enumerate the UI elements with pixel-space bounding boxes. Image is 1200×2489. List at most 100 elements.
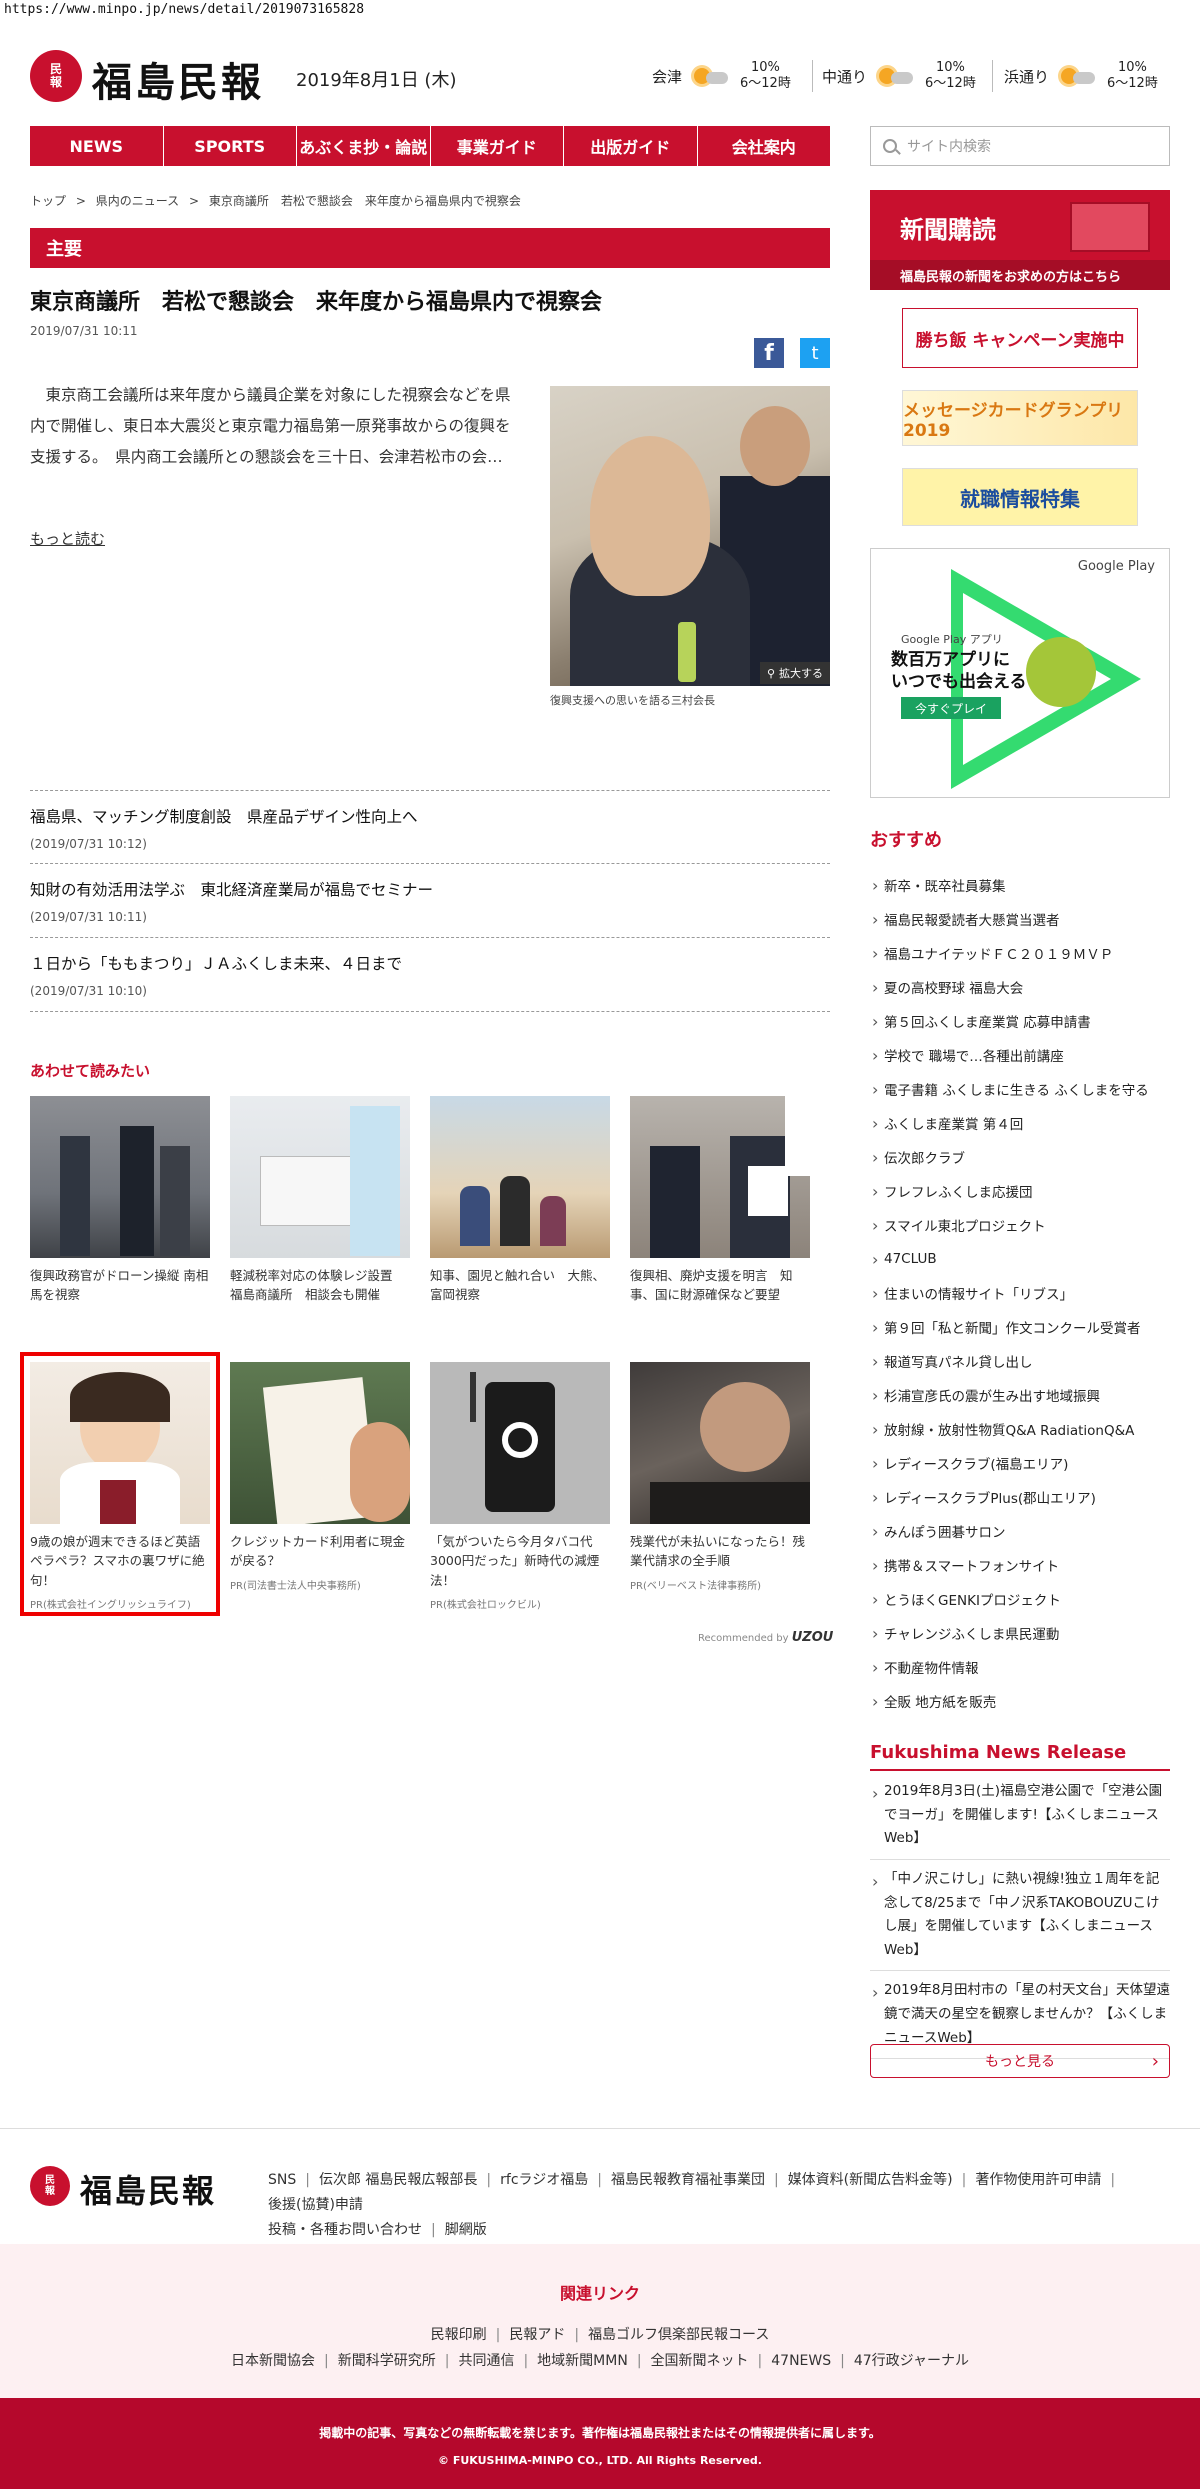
- footer-link[interactable]: rfcラジオ福島: [500, 2172, 588, 2188]
- related-link[interactable]: 日本新聞協会: [231, 2353, 315, 2369]
- footer-link[interactable]: 福島民報教育福祉事業団: [611, 2172, 765, 2188]
- site-logo[interactable]: 福島民報: [92, 50, 264, 108]
- recommend-item[interactable]: 全販 地方紙を販売: [870, 1684, 1170, 1718]
- related-thumb[interactable]: [230, 1096, 410, 1258]
- sponsored-caption[interactable]: 「気がついたら今月タバコ代3000円だった」新時代の減煙法！: [430, 1532, 610, 1590]
- related-card[interactable]: 復興政務官がドローン操縦 南相馬を視察: [30, 1096, 210, 1305]
- highlight-box: [20, 1352, 220, 1616]
- list-item[interactable]: 知財の有効活用法学ぶ 東北経済産業局が福島でセミナー (2019/07/31 1…: [30, 864, 830, 938]
- recommend-item[interactable]: 第９回「私と新聞」作文コンクール受賞者: [870, 1310, 1170, 1344]
- news-title[interactable]: 知財の有効活用法学ぶ 東北経済産業局が福島でセミナー: [30, 878, 830, 900]
- nav-editorial[interactable]: あぶくま抄・論説: [297, 126, 431, 166]
- breadcrumb-local-news[interactable]: 県内のニュース: [96, 194, 179, 208]
- facebook-share-icon[interactable]: f: [754, 338, 784, 368]
- release-item[interactable]: 「中ノ沢こけし」に熱い視線!独立１周年を記念して8/25まで「中ノ沢系TAKOB…: [870, 1868, 1170, 1972]
- nav-news[interactable]: NEWS: [30, 126, 164, 166]
- news-title[interactable]: １日から「ももまつり」ＪＡふくしま未来、４日まで: [30, 952, 830, 974]
- job-info-banner[interactable]: 就職情報特集: [902, 468, 1138, 526]
- footer-link[interactable]: 投稿・各種お問い合わせ: [268, 2222, 422, 2238]
- release-item[interactable]: 2019年8月3日(土)福島空港公園で「空港公園でヨーガ」を開催します!【ふくし…: [870, 1780, 1170, 1860]
- recommend-item[interactable]: 住まいの情報サイト「リブス」: [870, 1276, 1170, 1310]
- gp-play-button[interactable]: 今すぐプレイ: [901, 697, 1001, 719]
- more-button[interactable]: もっと見る: [870, 2044, 1170, 2078]
- footer-link[interactable]: 後援(協賛)申請: [268, 2197, 363, 2213]
- recommend-item[interactable]: 47CLUB: [870, 1242, 1170, 1276]
- sponsored-card[interactable]: 「気がついたら今月タバコ代3000円だった」新時代の減煙法！ PR(株式会社ロッ…: [430, 1362, 610, 1611]
- recommend-item[interactable]: 福島民報愛読者大懸賞当選者: [870, 902, 1170, 936]
- article-photo[interactable]: [550, 386, 830, 686]
- list-item[interactable]: 福島県、マッチング制度創設 県産品デザイン性向上へ (2019/07/31 10…: [30, 790, 830, 864]
- related-caption[interactable]: 復興政務官がドローン操縦 南相馬を視察: [30, 1266, 210, 1305]
- list-item[interactable]: １日から「ももまつり」ＪＡふくしま未来、４日まで (2019/07/31 10:…: [30, 938, 830, 1012]
- recommend-item[interactable]: ふくしま産業賞 第４回: [870, 1106, 1170, 1140]
- subscribe-banner[interactable]: 新聞購読 福島民報の新聞をお求めの方はこちら: [870, 190, 1170, 290]
- recommend-item[interactable]: レディースクラブ(福島エリア): [870, 1446, 1170, 1480]
- recommend-item[interactable]: レディースクラブPlus(郡山エリア): [870, 1480, 1170, 1514]
- recommend-item[interactable]: 福島ユナイテッドＦＣ２０１９ＭＶＰ: [870, 936, 1170, 970]
- search-input[interactable]: サイト内検索: [870, 126, 1170, 166]
- recommend-item[interactable]: フレフレふくしま応援団: [870, 1174, 1170, 1208]
- footer-link[interactable]: 伝次郎 福島民報広報部長: [319, 2172, 477, 2188]
- related-link[interactable]: 地域新聞MMN: [537, 2353, 628, 2369]
- nav-business-guide[interactable]: 事業ガイド: [431, 126, 564, 166]
- recommend-item[interactable]: 夏の高校野球 福島大会: [870, 970, 1170, 1004]
- recommend-item[interactable]: 報道写真パネル貸し出し: [870, 1344, 1170, 1378]
- related-link[interactable]: 福島ゴルフ倶楽部民報コース: [588, 2327, 769, 2343]
- related-caption[interactable]: 軽減税率対応の体験レジ設置 福島商議所 相談会も開催: [230, 1266, 410, 1305]
- footer-link[interactable]: 著作物使用許可申請: [975, 2172, 1101, 2188]
- recommend-item[interactable]: 学校で 職場で…各種出前講座: [870, 1038, 1170, 1072]
- sponsored-card[interactable]: クレジットカード利用者に現金が戻る？ PR(司法書士法人中央事務所): [230, 1362, 410, 1592]
- footer-link[interactable]: 脚網版: [445, 2222, 487, 2238]
- recommend-item[interactable]: とうほくGENKIプロジェクト: [870, 1582, 1170, 1616]
- sponsored-card[interactable]: 残業代が未払いになったら！残業代請求の全手順 PR(ベリーベスト法律事務所): [630, 1362, 810, 1592]
- recommend-item[interactable]: 伝次郎クラブ: [870, 1140, 1170, 1174]
- recommended-by[interactable]: Recommended by UZOU: [698, 1630, 833, 1645]
- google-play-ad[interactable]: Google Play Google Play アプリ 数百万アプリに いつでも…: [870, 548, 1170, 798]
- sponsored-thumb[interactable]: [630, 1362, 810, 1524]
- related-link[interactable]: 共同通信: [458, 2353, 514, 2369]
- footer-link[interactable]: SNS: [268, 2172, 296, 2188]
- related-caption[interactable]: 復興相、廃炉支援を明言 知事、国に財源確保など要望: [630, 1266, 810, 1305]
- related-link[interactable]: 47行政ジャーナル: [854, 2353, 969, 2369]
- nav-publishing-guide[interactable]: 出版ガイド: [564, 126, 698, 166]
- read-more-link[interactable]: もっと読む: [30, 528, 105, 549]
- related-caption[interactable]: 知事、園児と触れ合い 大熊、富岡視察: [430, 1266, 610, 1305]
- zoom-button[interactable]: ⚲ 拡大する: [760, 662, 830, 684]
- recommend-item[interactable]: 新卒・既卒社員募集: [870, 868, 1170, 902]
- sun-cloud-icon: [877, 64, 917, 88]
- related-thumb[interactable]: [630, 1096, 810, 1258]
- recommend-item[interactable]: スマイル東北プロジェクト: [870, 1208, 1170, 1242]
- related-card[interactable]: 知事、園児と触れ合い 大熊、富岡視察: [430, 1096, 610, 1305]
- sponsored-caption[interactable]: 残業代が未払いになったら！残業代請求の全手順: [630, 1532, 810, 1571]
- recommend-item[interactable]: 第５回ふくしま産業賞 応募申請書: [870, 1004, 1170, 1038]
- recommend-item[interactable]: 電子書籍 ふくしまに生きる ふくしまを守る: [870, 1072, 1170, 1106]
- recommend-item[interactable]: 放射線・放射性物質Q&A RadiationQ&A: [870, 1412, 1170, 1446]
- breadcrumb-top[interactable]: トップ: [30, 194, 66, 208]
- recommend-item[interactable]: 携帯＆スマートフォンサイト: [870, 1548, 1170, 1582]
- nav-company[interactable]: 会社案内: [698, 126, 831, 166]
- sponsored-thumb[interactable]: [430, 1362, 610, 1524]
- recommend-item[interactable]: チャレンジふくしま県民運動: [870, 1616, 1170, 1650]
- logo-seal-icon[interactable]: 民 報: [30, 50, 82, 102]
- sponsored-caption[interactable]: クレジットカード利用者に現金が戻る？: [230, 1532, 410, 1571]
- message-card-banner[interactable]: メッセージカードグランプリ2019: [902, 390, 1138, 446]
- recommend-item[interactable]: 不動産物件情報: [870, 1650, 1170, 1684]
- twitter-share-icon[interactable]: t: [800, 338, 830, 368]
- related-link[interactable]: 民報アド: [509, 2327, 565, 2343]
- related-link[interactable]: 民報印刷: [431, 2327, 487, 2343]
- related-link[interactable]: 47NEWS: [771, 2353, 831, 2369]
- related-links-heading: 関連リンク: [559, 2284, 640, 2303]
- related-card[interactable]: 軽減税率対応の体験レジ設置 福島商議所 相談会も開催: [230, 1096, 410, 1305]
- related-link[interactable]: 全国新聞ネット: [651, 2353, 749, 2369]
- recommend-item[interactable]: 杉浦宣彦氏の震が生み出す地域振興: [870, 1378, 1170, 1412]
- related-card[interactable]: 復興相、廃炉支援を明言 知事、国に財源確保など要望: [630, 1096, 810, 1305]
- footer-link[interactable]: 媒体資料(新聞広告料金等): [788, 2172, 953, 2188]
- recommend-item[interactable]: みんぽう囲碁サロン: [870, 1514, 1170, 1548]
- nav-sports[interactable]: SPORTS: [164, 126, 297, 166]
- kachimeshi-banner[interactable]: 勝ち飯 キャンペーン実施中: [902, 308, 1138, 368]
- related-link[interactable]: 新聞科学研究所: [338, 2353, 436, 2369]
- news-title[interactable]: 福島県、マッチング制度創設 県産品デザイン性向上へ: [30, 805, 830, 827]
- sponsored-thumb[interactable]: [230, 1362, 410, 1524]
- related-thumb[interactable]: [430, 1096, 610, 1258]
- related-thumb[interactable]: [30, 1096, 210, 1258]
